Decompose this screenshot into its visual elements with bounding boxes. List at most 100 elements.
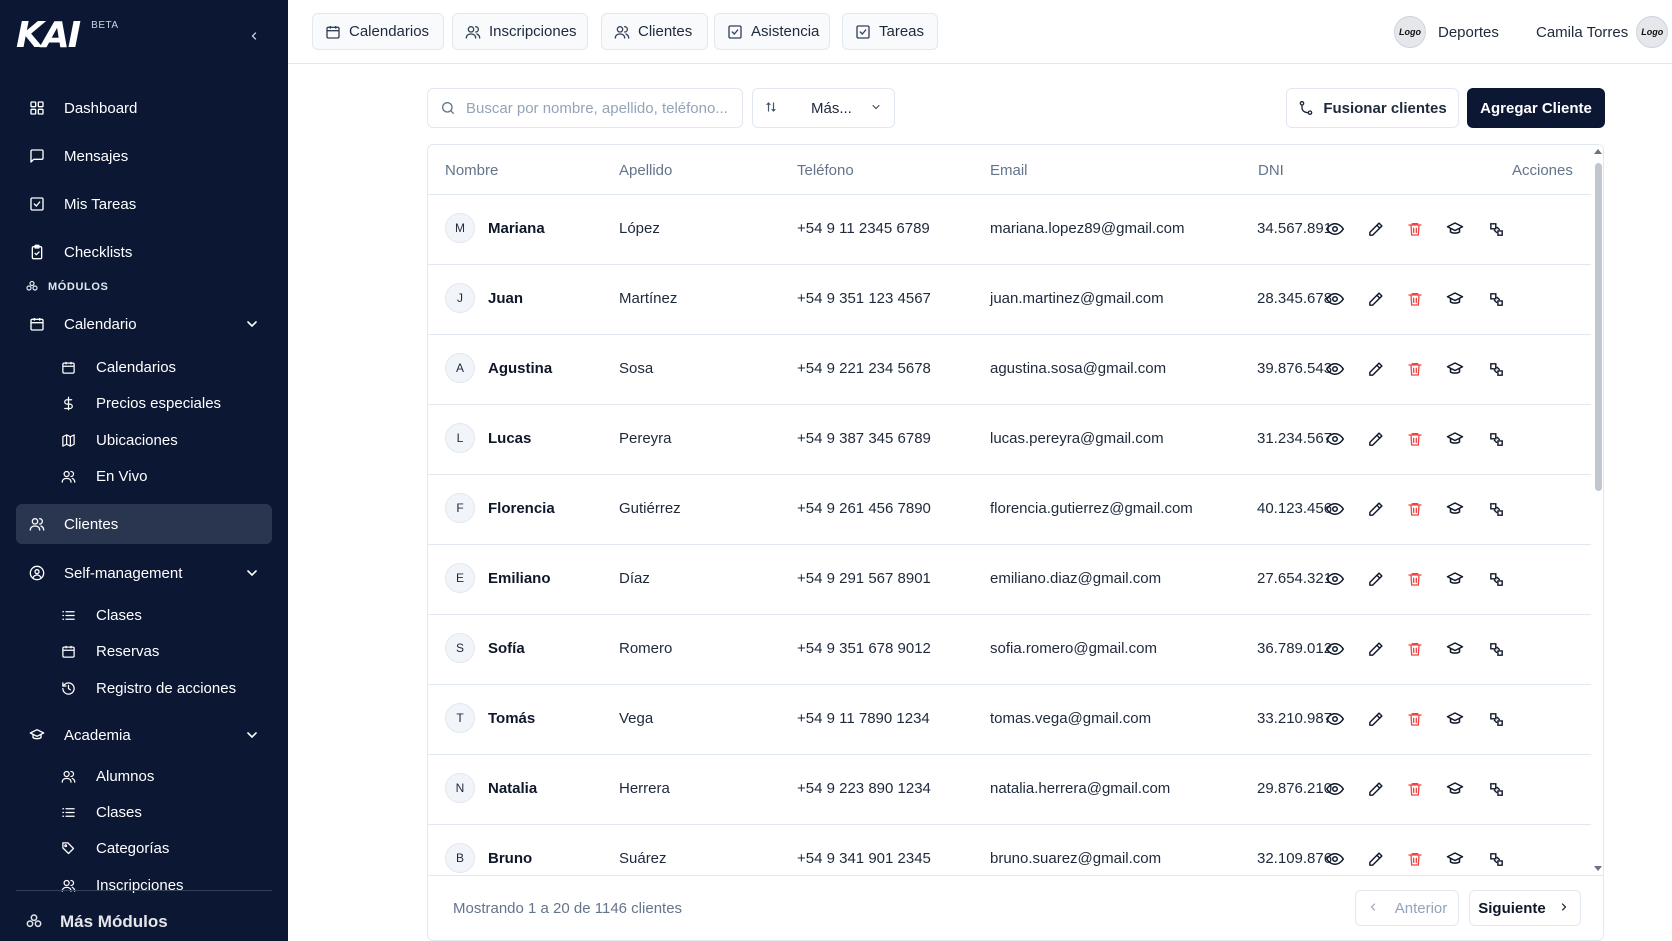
edit-button[interactable] <box>1365 779 1385 799</box>
merge-clients-button[interactable]: Fusionar clientes <box>1286 88 1459 128</box>
search-input[interactable] <box>466 99 736 117</box>
sidebar-subitem-reservas[interactable]: Reservas <box>48 634 272 668</box>
view-button[interactable] <box>1325 779 1345 799</box>
view-button[interactable] <box>1325 289 1345 309</box>
sidebar-item-checklists[interactable]: Checklists <box>16 232 272 272</box>
link-button[interactable] <box>1486 779 1506 799</box>
sidebar-subitem-academia-clases[interactable]: Clases <box>48 795 272 829</box>
view-button[interactable] <box>1325 569 1345 589</box>
edit-button[interactable] <box>1365 849 1385 869</box>
sidebar-item-mis-tareas[interactable]: Mis Tareas <box>16 184 272 224</box>
scroll-up-arrow-icon[interactable] <box>1594 149 1602 154</box>
table-row[interactable]: B Bruno Suárez +54 9 341 901 2345 bruno.suar… <box>428 825 1591 875</box>
table-row[interactable]: M Mariana López +54 9 11 2345 6789 mariana.l… <box>428 195 1591 265</box>
sidebar-item-academia[interactable]: Academia <box>16 715 272 755</box>
table-row[interactable]: A Agustina Sosa +54 9 221 234 5678 agustina.… <box>428 335 1591 405</box>
delete-button[interactable] <box>1405 849 1425 869</box>
add-client-button[interactable]: Agregar Cliente <box>1467 88 1605 128</box>
view-button[interactable] <box>1325 429 1345 449</box>
view-button[interactable] <box>1325 709 1345 729</box>
edit-button[interactable] <box>1365 499 1385 519</box>
tab-tareas[interactable]: Tareas <box>842 13 938 50</box>
edit-button[interactable] <box>1365 569 1385 589</box>
table-row[interactable]: T Tomás Vega +54 9 11 7890 1234 tomas.vega@g… <box>428 685 1591 755</box>
link-button[interactable] <box>1486 219 1506 239</box>
delete-button[interactable] <box>1405 359 1425 379</box>
academy-button[interactable] <box>1445 219 1465 239</box>
sidebar-subitem-clases[interactable]: Clases <box>48 598 272 632</box>
column-header-nombre[interactable]: Nombre <box>445 162 498 179</box>
column-header-dni[interactable]: DNI <box>1258 162 1284 179</box>
sidebar-subitem-calendarios[interactable]: Calendarios <box>48 350 272 384</box>
link-button[interactable] <box>1486 849 1506 869</box>
delete-button[interactable] <box>1405 709 1425 729</box>
link-button[interactable] <box>1486 429 1506 449</box>
edit-button[interactable] <box>1365 219 1385 239</box>
delete-button[interactable] <box>1405 779 1425 799</box>
sidebar-item-self-management[interactable]: Self-management <box>16 553 272 593</box>
link-button[interactable] <box>1486 359 1506 379</box>
sidebar-subitem-en-vivo[interactable]: En Vivo <box>48 459 272 493</box>
delete-button[interactable] <box>1405 639 1425 659</box>
table-row[interactable]: F Florencia Gutiérrez +54 9 261 456 7890 flo… <box>428 475 1591 545</box>
previous-page-button[interactable]: Anterior <box>1355 890 1459 926</box>
view-button[interactable] <box>1325 499 1345 519</box>
view-button[interactable] <box>1325 359 1345 379</box>
scrollbar-thumb[interactable] <box>1595 163 1602 491</box>
delete-button[interactable] <box>1405 569 1425 589</box>
edit-button[interactable] <box>1365 429 1385 449</box>
sidebar-subitem-alumnos[interactable]: Alumnos <box>48 759 272 793</box>
user-menu[interactable]: Camila Torres Logo <box>1536 15 1669 49</box>
tab-asistencia[interactable]: Asistencia <box>714 13 830 50</box>
sidebar-item-clientes[interactable]: Clientes <box>16 504 272 544</box>
table-row[interactable]: S Sofía Romero +54 9 351 678 9012 sofia.rome… <box>428 615 1591 685</box>
table-row[interactable]: L Lucas Pereyra +54 9 387 345 6789 lucas.per… <box>428 405 1591 475</box>
edit-button[interactable] <box>1365 289 1385 309</box>
tab-clientes[interactable]: Clientes <box>601 13 708 50</box>
search-field[interactable] <box>427 88 743 128</box>
link-button[interactable] <box>1486 569 1506 589</box>
next-page-button[interactable]: Siguiente <box>1469 890 1581 926</box>
delete-button[interactable] <box>1405 219 1425 239</box>
academy-button[interactable] <box>1445 359 1465 379</box>
column-header-telefono[interactable]: Teléfono <box>797 162 854 179</box>
academy-button[interactable] <box>1445 849 1465 869</box>
sidebar-subitem-inscripciones[interactable]: Inscripciones <box>48 868 272 902</box>
sidebar-item-mensajes[interactable]: Mensajes <box>16 136 272 176</box>
tab-inscripciones[interactable]: Inscripciones <box>452 13 588 50</box>
delete-button[interactable] <box>1405 429 1425 449</box>
delete-button[interactable] <box>1405 289 1425 309</box>
academy-button[interactable] <box>1445 639 1465 659</box>
academy-button[interactable] <box>1445 709 1465 729</box>
scroll-down-arrow-icon[interactable] <box>1594 866 1602 871</box>
view-button[interactable] <box>1325 219 1345 239</box>
link-button[interactable] <box>1486 709 1506 729</box>
link-button[interactable] <box>1486 499 1506 519</box>
academy-button[interactable] <box>1445 779 1465 799</box>
table-scrollbar[interactable] <box>1591 145 1603 875</box>
link-button[interactable] <box>1486 639 1506 659</box>
tab-calendarios[interactable]: Calendarios <box>312 13 444 50</box>
view-button[interactable] <box>1325 639 1345 659</box>
table-row[interactable]: E Emiliano Díaz +54 9 291 567 8901 emiliano.… <box>428 545 1591 615</box>
sidebar-subitem-categorias[interactable]: Categorías <box>48 831 272 865</box>
academy-button[interactable] <box>1445 429 1465 449</box>
more-modules-button[interactable]: Más Módulos <box>26 912 168 932</box>
more-filter-select[interactable]: Más... <box>752 88 895 128</box>
sidebar-item-calendario[interactable]: Calendario <box>16 304 272 344</box>
sidebar-subitem-precios-especiales[interactable]: Precios especiales <box>48 386 272 420</box>
column-header-apellido[interactable]: Apellido <box>619 162 672 179</box>
link-button[interactable] <box>1486 289 1506 309</box>
edit-button[interactable] <box>1365 359 1385 379</box>
table-row[interactable]: J Juan Martínez +54 9 351 123 4567 juan.mart… <box>428 265 1591 335</box>
sidebar-subitem-registro-de-acciones[interactable]: Registro de acciones <box>48 671 272 705</box>
view-button[interactable] <box>1325 849 1345 869</box>
edit-button[interactable] <box>1365 709 1385 729</box>
sidebar-subitem-ubicaciones[interactable]: Ubicaciones <box>48 423 272 457</box>
organization-selector[interactable]: Logo Deportes <box>1394 15 1499 49</box>
academy-button[interactable] <box>1445 289 1465 309</box>
sidebar-item-dashboard[interactable]: Dashboard <box>16 88 272 128</box>
column-header-email[interactable]: Email <box>990 162 1028 179</box>
collapse-sidebar-button[interactable] <box>244 26 264 46</box>
academy-button[interactable] <box>1445 499 1465 519</box>
